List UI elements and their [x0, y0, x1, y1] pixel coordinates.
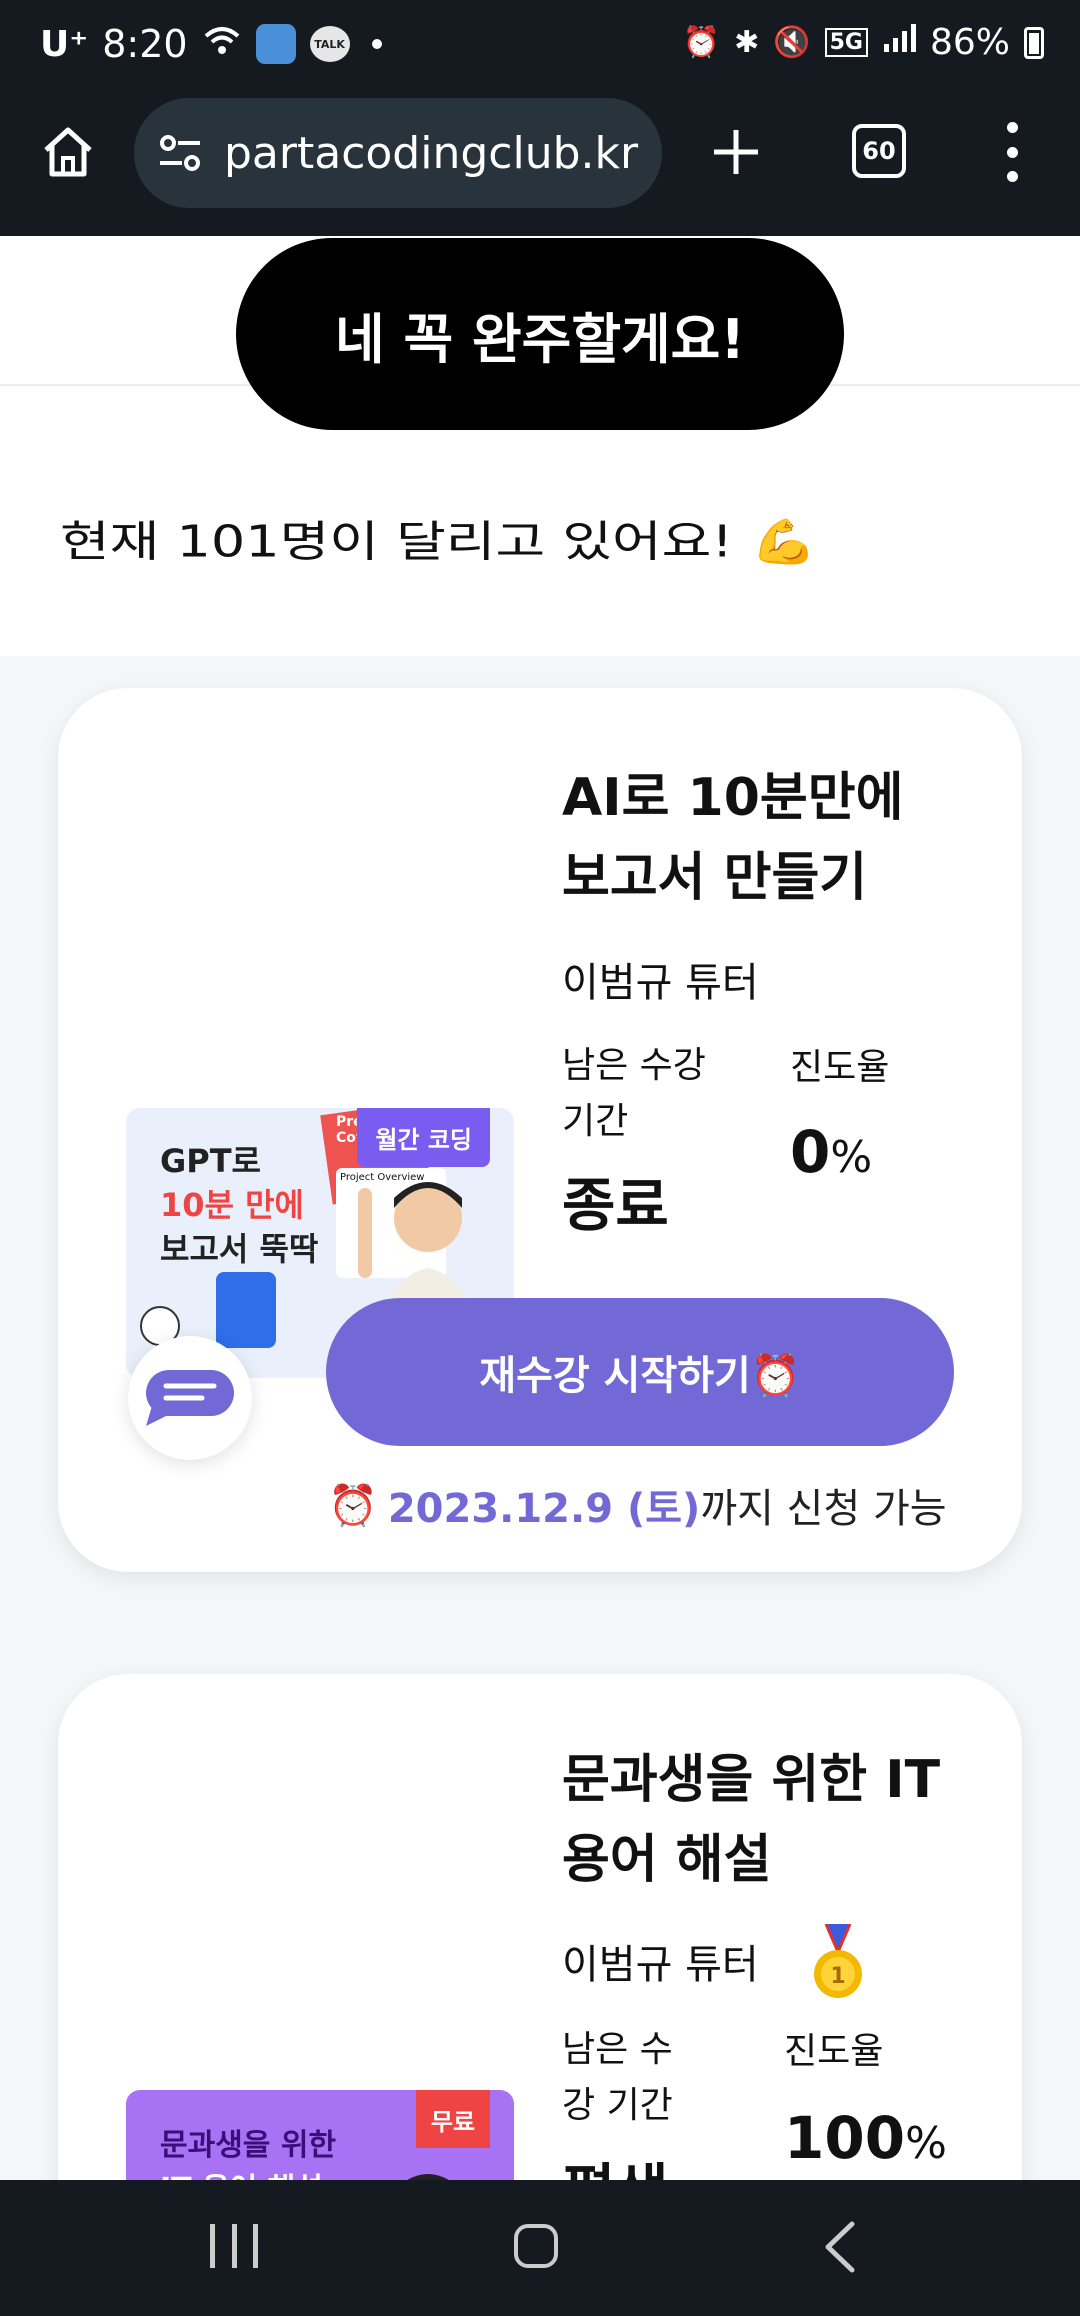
notification-dot [371, 39, 382, 49]
svg-text:1: 1 [830, 1964, 845, 1989]
course-title-line2[interactable]: 용어 해설 [562, 1820, 940, 1900]
home-button-icon[interactable] [514, 2224, 558, 2268]
document-icon [216, 1272, 276, 1348]
progress-label: 진도율 [790, 1047, 890, 1088]
remaining-label-line1: 남은 수 [562, 2029, 673, 2070]
thumb-title-line2: 10분 만에 [160, 1186, 304, 1224]
system-navigation-bar [0, 2180, 1080, 2316]
progress-value: 0% [790, 1118, 872, 1186]
course-title-line1[interactable]: AI로 10분만에 [562, 758, 903, 838]
restart-course-button[interactable]: 재수강 시작하기⏰ [326, 1298, 954, 1446]
web-page: 네 꼭 완주할게요! 현재 101명이 달리고 있어요! 💪 Presen Co… [0, 236, 1080, 2180]
alarm-icon: ⏰ [682, 25, 721, 60]
tutor-name: 이범규 튜터 [562, 1942, 759, 1988]
battery-icon [1024, 26, 1044, 59]
home-icon[interactable] [38, 122, 98, 182]
course-title-line2[interactable]: 보고서 만들기 [562, 838, 903, 918]
site-settings-icon[interactable] [158, 133, 202, 173]
progress-unit: % [905, 2118, 947, 2169]
remaining-label-line1: 남은 수강 [562, 1045, 706, 1086]
remaining-label-line2: 기간 [562, 1101, 629, 1142]
course-title[interactable]: 문과생을 위한 IT 용어 해설 [562, 1740, 940, 1900]
remaining-period-label: 남은 수강 기간 [562, 1038, 706, 1150]
remaining-label-line2: 강 기간 [562, 2085, 673, 2126]
browser-toolbar: partacodingclub.kr 60 [0, 92, 1080, 236]
url-text[interactable]: partacodingclub.kr [224, 128, 638, 179]
remaining-period-value: 평생 [562, 2144, 669, 2180]
alarm-clock-icon: ⏰ [328, 1482, 378, 1529]
course-thumbnail[interactable]: 문과생을 위한 IT 용어 해설 무료 [126, 2090, 514, 2180]
runners-count-text: 현재 101명이 달리고 있어요! 💪 [60, 516, 818, 567]
progress-label: 진도율 [784, 2031, 884, 2072]
status-bar: U⁺ 8:20 TALK ⏰ ✱ 🔇 5G 86% [0, 0, 1080, 92]
clock: 8:20 [102, 22, 188, 66]
enrollment-deadline: ⏰ 2023.12.9 (토) 까지 신청 가능 [328, 1476, 947, 1534]
thumb-title-line1: GPT로 [160, 1142, 261, 1180]
talk-icon: TALK [309, 26, 350, 62]
confirm-complete-button[interactable]: 네 꼭 완주할게요! [236, 238, 844, 430]
tutor-name: 이범규 튜터 [562, 960, 759, 1006]
monthly-coding-badge: 월간 코딩 [357, 1108, 490, 1167]
battery-level: 86% [929, 22, 1010, 63]
photo-icon [255, 24, 296, 64]
course-title[interactable]: AI로 10분만에 보고서 만들기 [562, 758, 903, 918]
carrier-label: U⁺ [40, 23, 89, 65]
free-badge: 무료 [416, 2090, 490, 2148]
course-card: Presen Cover Project Overview GPT로 10분 만… [58, 688, 1022, 1572]
wifi-icon [202, 22, 242, 66]
deadline-suffix: 까지 신청 가능 [700, 1486, 947, 1532]
thumb-title-line1: 문과생을 위한 [160, 2128, 337, 2163]
mute-icon: 🔇 [773, 25, 811, 60]
course-card: 문과생을 위한 IT 용어 해설 무료 문과생을 위한 IT 용어 해설 이범규… [58, 1674, 1022, 2180]
address-bar[interactable]: partacodingclub.kr [134, 98, 662, 208]
gold-medal-icon: 1 [810, 1923, 866, 2004]
chat-bubble-icon[interactable] [128, 1336, 252, 1460]
progress-number: 0 [790, 1118, 831, 1186]
back-icon[interactable] [820, 2220, 860, 2274]
recent-apps-icon[interactable] [210, 2224, 258, 2268]
thumb-title-line2: IT 용어 해설 [160, 2164, 323, 2180]
bluetooth-icon: ✱ [734, 25, 760, 60]
deadline-date: 2023.12.9 (토) [387, 1486, 701, 1532]
course-title-line1[interactable]: 문과생을 위한 IT [562, 1740, 940, 1820]
new-tab-icon[interactable] [710, 126, 762, 178]
progress-unit: % [830, 1132, 873, 1183]
progress-value: 100% [784, 2104, 947, 2172]
more-menu-icon[interactable] [1000, 122, 1024, 182]
remaining-period-value: 종료 [562, 1171, 669, 1239]
remaining-period-label: 남은 수 강 기간 [562, 2022, 673, 2134]
network-badge: 5G [824, 28, 868, 57]
progress-number: 100 [784, 2104, 906, 2172]
thumb-title-line3: 보고서 뚝딱 [160, 1230, 319, 1268]
signal-icon [882, 22, 916, 63]
tab-switcher-button[interactable]: 60 [852, 124, 906, 178]
